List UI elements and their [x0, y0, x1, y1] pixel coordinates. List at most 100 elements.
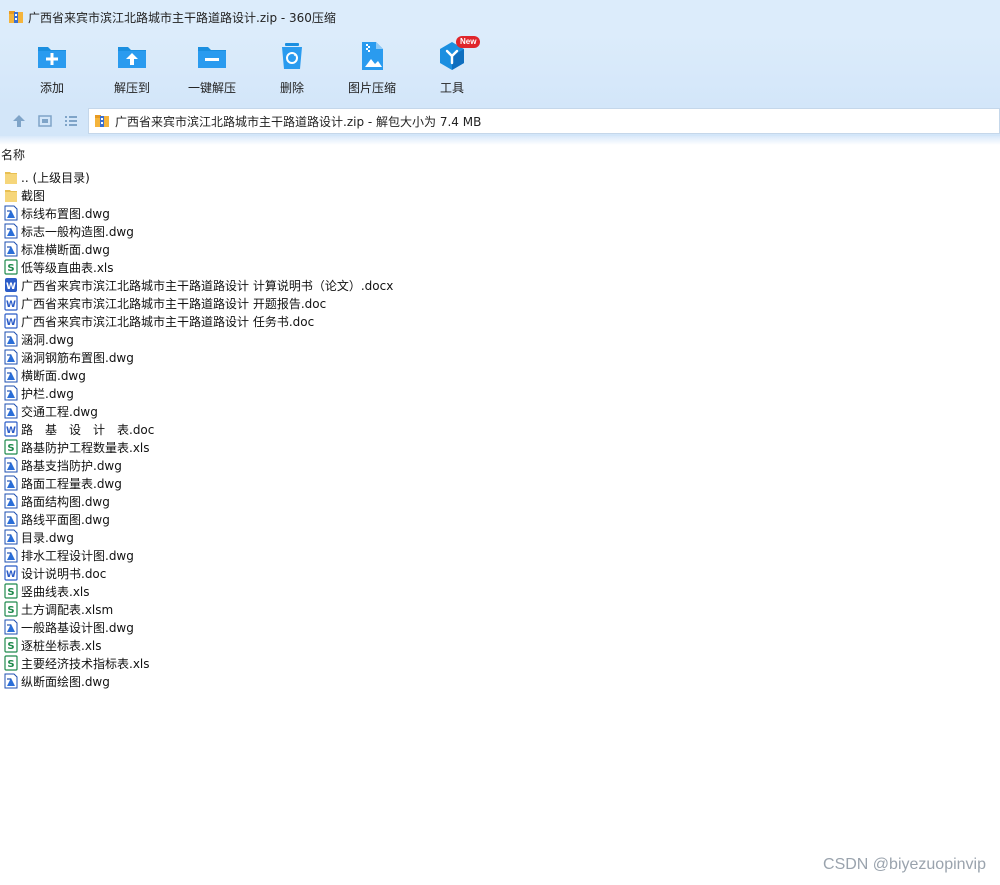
toolbar: 添加 解压到 一键解压 删除 图片压缩 New 工具 [0, 34, 1000, 106]
address-text: 广西省来宾市滨江北路城市主干路道路设计.zip - 解包大小为 7.4 MB [115, 114, 482, 129]
word-doc-icon: W [4, 295, 18, 311]
address-field[interactable]: 广西省来宾市滨江北路城市主干路道路设计.zip - 解包大小为 7.4 MB [88, 108, 1000, 134]
file-row[interactable]: W 设计说明书.doc [4, 564, 994, 582]
dwg-file-icon [4, 367, 18, 383]
file-row[interactable]: 路面工程量表.dwg [4, 474, 994, 492]
file-name: 广西省来宾市滨江北路城市主干路道路设计 开题报告.doc [21, 296, 327, 311]
extract-folder-icon [118, 47, 146, 68]
file-row[interactable]: W 广西省来宾市滨江北路城市主干路道路设计 计算说明书（论文）.docx [4, 276, 994, 294]
file-name: 广西省来宾市滨江北路城市主干路道路设计 计算说明书（论文）.docx [21, 278, 394, 293]
dwg-file-icon [4, 529, 18, 545]
file-row[interactable]: 路面结构图.dwg [4, 492, 994, 510]
svg-text:W: W [6, 570, 16, 580]
image-compress-button[interactable]: 图片压缩 [332, 38, 412, 102]
svg-text:S: S [7, 605, 14, 616]
file-name: 路基防护工程数量表.xls [21, 440, 150, 455]
file-row[interactable]: 纵断面绘图.dwg [4, 672, 994, 690]
dwg-file-icon [4, 493, 18, 509]
dwg-file-icon [4, 457, 18, 473]
file-row[interactable]: S 主要经济技术指标表.xls [4, 654, 994, 672]
file-name: 路 基 设 计 表.doc [21, 422, 155, 437]
add-folder-icon [38, 47, 66, 68]
extract-to-label: 解压到 [113, 81, 150, 95]
file-name: 路基支挡防护.dwg [21, 458, 122, 473]
file-row[interactable]: S 逐桩坐标表.xls [4, 636, 994, 654]
dwg-file-icon [4, 619, 18, 635]
word-doc-icon: W [4, 565, 18, 581]
new-badge: New [456, 36, 481, 48]
svg-text:S: S [7, 263, 14, 274]
file-name: 排水工程设计图.dwg [21, 548, 134, 563]
zip-app-icon [9, 11, 23, 23]
file-row[interactable]: S 路基防护工程数量表.xls [4, 438, 994, 456]
file-row[interactable]: 护栏.dwg [4, 384, 994, 402]
file-row[interactable]: 一般路基设计图.dwg [4, 618, 994, 636]
file-name: 目录.dwg [21, 530, 74, 545]
delete-button[interactable]: 删除 [252, 38, 332, 102]
file-name: 主要经济技术指标表.xls [21, 656, 150, 671]
file-row[interactable]: W 广西省来宾市滨江北路城市主干路道路设计 任务书.doc [4, 312, 994, 330]
file-row[interactable]: 目录.dwg [4, 528, 994, 546]
dwg-file-icon [4, 385, 18, 401]
spreadsheet-file-icon: S [4, 583, 18, 599]
svg-text:W: W [6, 426, 16, 436]
address-bar: 广西省来宾市滨江北路城市主干路道路设计.zip - 解包大小为 7.4 MB [0, 106, 1000, 136]
window-title: 广西省来宾市滨江北路城市主干路道路设计.zip - 360压缩 [28, 10, 336, 25]
svg-text:W: W [6, 282, 16, 292]
file-row[interactable]: 排水工程设计图.dwg [4, 546, 994, 564]
thumbnail-view-icon[interactable] [37, 113, 53, 129]
file-name: 涵洞钢筋布置图.dwg [21, 350, 134, 365]
word-docx-icon: W [4, 277, 18, 293]
add-button[interactable]: 添加 [12, 38, 92, 102]
file-name: 土方调配表.xlsm [21, 602, 114, 617]
dwg-file-icon [4, 403, 18, 419]
file-name: 交通工程.dwg [21, 404, 98, 419]
file-row[interactable]: 标准横断面.dwg [4, 240, 994, 258]
file-name: 路面结构图.dwg [21, 494, 110, 509]
file-row[interactable]: S 竖曲线表.xls [4, 582, 994, 600]
file-row[interactable]: S 土方调配表.xlsm [4, 600, 994, 618]
file-name: 标准横断面.dwg [21, 242, 110, 257]
file-row[interactable]: 交通工程.dwg [4, 402, 994, 420]
file-row[interactable]: .. (上级目录) [4, 168, 994, 186]
file-name: 逐桩坐标表.xls [21, 638, 102, 653]
up-arrow-icon[interactable] [11, 113, 27, 129]
title-bar: 广西省来宾市滨江北路城市主干路道路设计.zip - 360压缩 [0, 0, 1000, 34]
tools-label: 工具 [439, 81, 464, 95]
watermark: CSDN @biyezuopinvip [823, 856, 986, 873]
file-name: 一般路基设计图.dwg [21, 620, 134, 635]
file-row[interactable]: 涵洞.dwg [4, 330, 994, 348]
column-header-name[interactable]: 名称 [1, 146, 25, 163]
svg-text:S: S [7, 443, 14, 454]
dwg-file-icon [4, 511, 18, 527]
zip-file-icon [95, 115, 109, 127]
file-row[interactable]: 涵洞钢筋布置图.dwg [4, 348, 994, 366]
file-name: 设计说明书.doc [21, 566, 107, 581]
file-name: 竖曲线表.xls [21, 584, 90, 599]
spreadsheet-file-icon: S [4, 637, 18, 653]
header-separator [0, 136, 1000, 145]
dwg-file-icon [4, 223, 18, 239]
file-row[interactable]: 横断面.dwg [4, 366, 994, 384]
file-row[interactable]: W 广西省来宾市滨江北路城市主干路道路设计 开题报告.doc [4, 294, 994, 312]
file-row[interactable]: S 低等级直曲表.xls [4, 258, 994, 276]
file-name: 截图 [21, 188, 46, 203]
delete-label: 删除 [279, 81, 304, 95]
spreadsheet-file-icon: S [4, 439, 18, 455]
tools-button[interactable]: New 工具 [412, 36, 492, 102]
one-click-extract-button[interactable]: 一键解压 [172, 38, 252, 102]
dwg-file-icon [4, 241, 18, 257]
file-row[interactable]: 截图 [4, 186, 994, 204]
file-row[interactable]: 标志一般构造图.dwg [4, 222, 994, 240]
file-row[interactable]: W 路 基 设 计 表.doc [4, 420, 994, 438]
file-name: 纵断面绘图.dwg [21, 674, 110, 689]
svg-text:S: S [7, 659, 14, 670]
file-row[interactable]: 路基支挡防护.dwg [4, 456, 994, 474]
image-compress-label: 图片压缩 [347, 81, 396, 95]
file-row[interactable]: 路线平面图.dwg [4, 510, 994, 528]
file-row[interactable]: 标线布置图.dwg [4, 204, 994, 222]
extract-to-button[interactable]: 解压到 [92, 38, 172, 102]
list-view-icon[interactable] [63, 113, 79, 129]
file-name: 路面工程量表.dwg [21, 476, 122, 491]
dwg-file-icon [4, 475, 18, 491]
